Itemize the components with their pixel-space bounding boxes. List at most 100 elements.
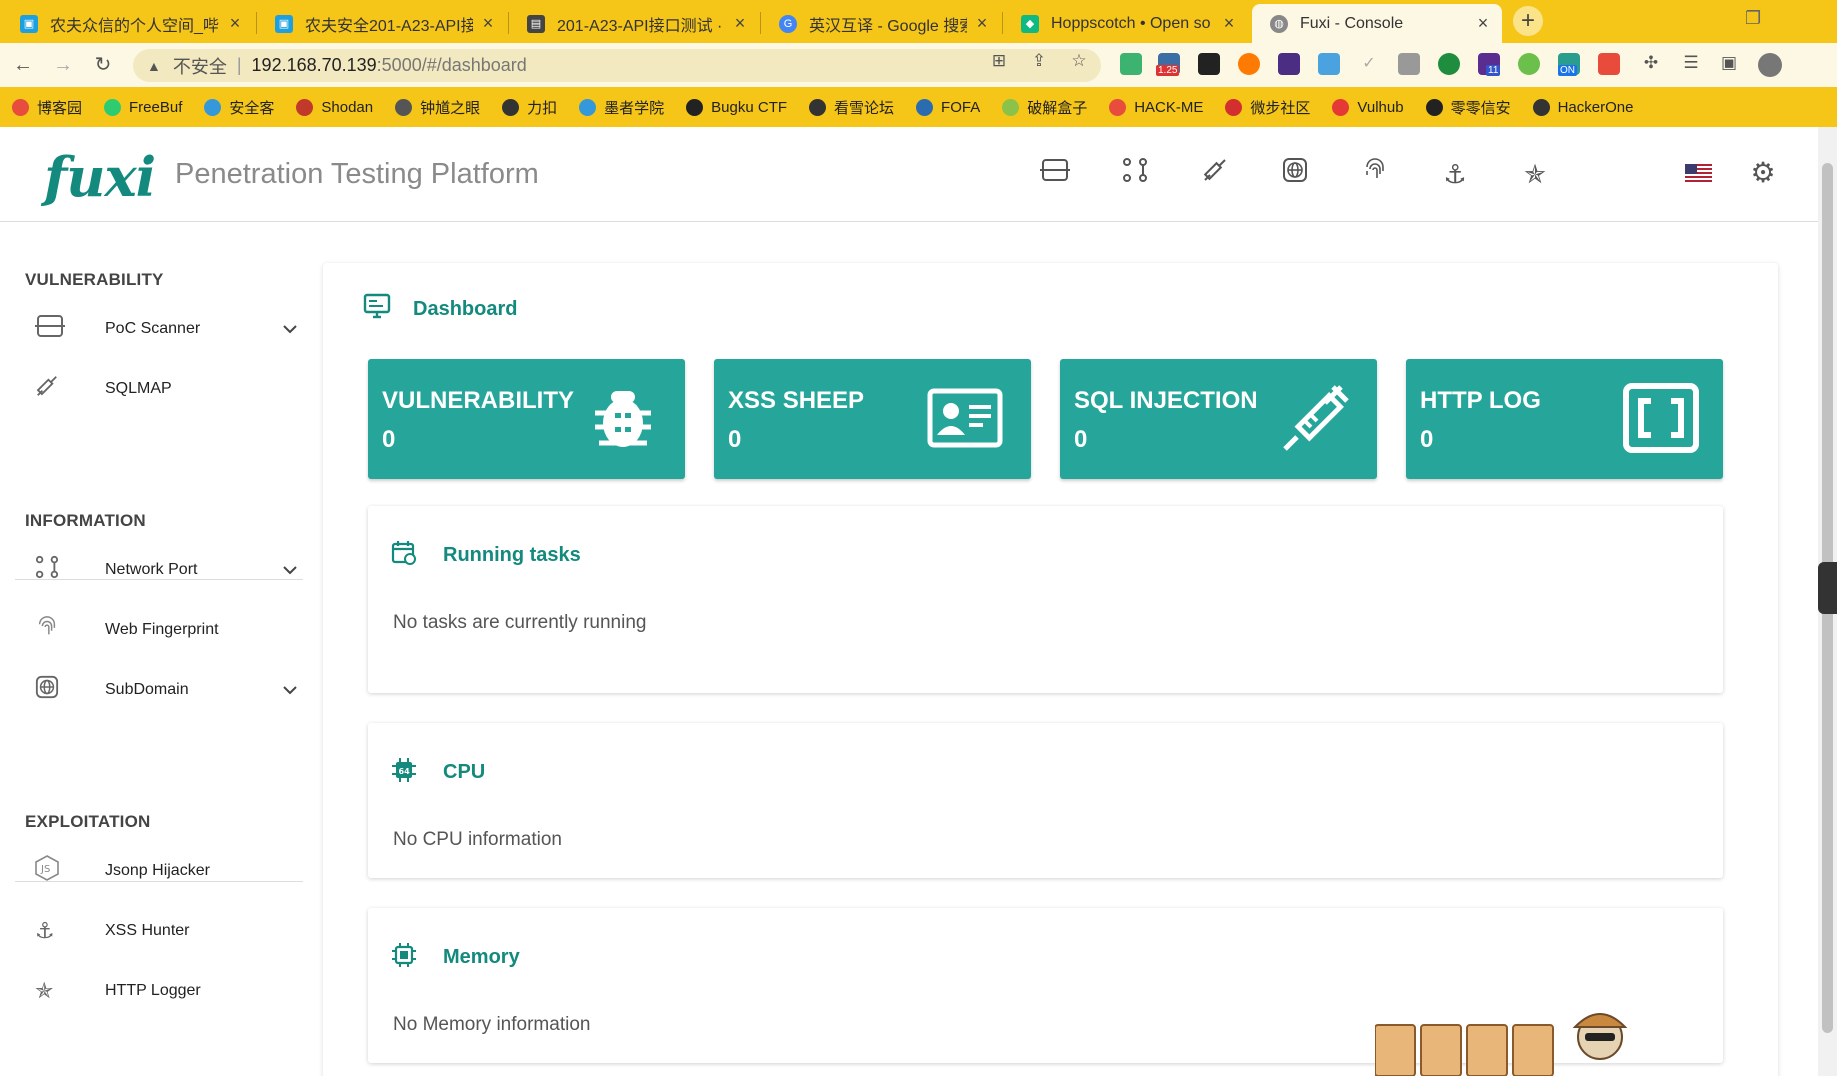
side-panel-icon[interactable]: ▣ bbox=[1718, 53, 1740, 75]
bookmark-item[interactable]: 力扣 bbox=[502, 97, 557, 118]
id-card-icon bbox=[927, 388, 1003, 448]
extension-icon[interactable] bbox=[1318, 53, 1340, 75]
svg-text:JS: JS bbox=[40, 864, 50, 875]
chip-64-icon: 64 bbox=[390, 757, 418, 785]
avatar[interactable] bbox=[1758, 53, 1782, 77]
sidebar-item-xss-hunter[interactable]: ⚓ XSS Hunter bbox=[15, 907, 305, 955]
bookmark-item[interactable]: 墨者学院 bbox=[579, 97, 664, 118]
reading-list-icon[interactable]: ☰ bbox=[1680, 53, 1702, 75]
forward-button[interactable]: → bbox=[50, 52, 76, 78]
bookmark-item[interactable]: 钟馗之眼 bbox=[395, 97, 480, 118]
close-tab-icon[interactable]: × bbox=[731, 13, 749, 34]
extension-icon[interactable] bbox=[1238, 53, 1260, 75]
sidebar-item-sqlmap[interactable]: SQLMAP bbox=[15, 365, 305, 413]
dashboard-title: Dashboard bbox=[413, 298, 518, 320]
network-icon[interactable] bbox=[1118, 157, 1152, 191]
stat-tile-sql-injection[interactable]: SQL INJECTION 0 bbox=[1060, 359, 1377, 479]
platform-title: Penetration Testing Platform bbox=[175, 158, 539, 190]
bookmark-star-icon[interactable]: ☆ bbox=[1068, 51, 1090, 73]
new-tab-button[interactable]: + bbox=[1513, 6, 1543, 36]
side-extension-handle[interactable] bbox=[1818, 562, 1837, 614]
bookmark-item[interactable]: Vulhub bbox=[1332, 98, 1404, 116]
stat-tile-http-log[interactable]: HTTP LOG 0 bbox=[1406, 359, 1723, 479]
logo[interactable]: fuxi bbox=[44, 145, 156, 209]
sidebar-item-jsonp-hijacker[interactable]: JS Jsonp Hijacker bbox=[15, 847, 305, 895]
bookmark-item[interactable]: 博客园 bbox=[12, 97, 82, 118]
puzzle-icon[interactable]: ✣ bbox=[1640, 53, 1662, 75]
browser-tab-bar: ▣ 农夫众信的个人空间_哔哩 × ▣ 农夫安全201-A23-API接 × ▤ … bbox=[0, 0, 1837, 43]
top-navbar: fuxi Penetration Testing Platform ⚓ ✯ ⚙ bbox=[0, 127, 1818, 222]
bookmark-item[interactable]: 破解盒子 bbox=[1002, 97, 1087, 118]
browser-tab[interactable]: ▣ 农夫安全201-A23-API接 × bbox=[257, 4, 507, 43]
browser-tab-active[interactable]: ◍ Fuxi - Console × bbox=[1252, 4, 1502, 43]
globe-icon[interactable] bbox=[1278, 157, 1312, 191]
bookmark-favicon-icon bbox=[502, 98, 520, 116]
spider-web-icon[interactable]: ✯ bbox=[1518, 157, 1552, 191]
running-tasks-card: Running tasks No tasks are currently run… bbox=[368, 506, 1723, 693]
warning-icon[interactable]: ▲ bbox=[147, 58, 161, 74]
sidebar-item-network-port[interactable]: Network Port bbox=[15, 546, 305, 594]
extension-icon[interactable] bbox=[1398, 53, 1420, 75]
book-icon: ▤ bbox=[527, 14, 545, 33]
translate-icon[interactable]: ⊞ bbox=[988, 51, 1010, 73]
extension-icon[interactable] bbox=[1278, 53, 1300, 75]
browser-tab[interactable]: ◆ Hoppscotch • Open so × bbox=[1003, 4, 1248, 43]
browser-tab[interactable]: ▣ 农夫众信的个人空间_哔哩 × bbox=[2, 4, 254, 43]
browser-tab[interactable]: ▤ 201-A23-API接口测试 · I × bbox=[509, 4, 759, 43]
extension-icon[interactable]: 11 bbox=[1478, 53, 1501, 76]
extension-icon[interactable] bbox=[1518, 53, 1540, 75]
sidebar-item-poc-scanner[interactable]: PoC Scanner bbox=[15, 305, 305, 353]
bookmark-item[interactable]: Bugku CTF bbox=[686, 98, 787, 116]
check-icon[interactable]: ✓ bbox=[1358, 53, 1380, 75]
extension-shield-icon[interactable] bbox=[1120, 53, 1142, 75]
restore-window-icon[interactable]: ❐ bbox=[1745, 8, 1761, 29]
chevron-down-icon[interactable] bbox=[275, 321, 305, 337]
bookmark-item[interactable]: HackerOne bbox=[1532, 98, 1633, 116]
address-bar[interactable]: ▲ 不安全 | 192.168.70.139:5000/#/dashboard bbox=[133, 49, 1101, 82]
sidebar-item-subdomain[interactable]: SubDomain bbox=[15, 666, 305, 714]
chevron-down-icon[interactable] bbox=[275, 682, 305, 698]
extension-icon[interactable] bbox=[1198, 53, 1220, 75]
bookmark-item[interactable]: 安全客 bbox=[204, 97, 274, 118]
bookmark-favicon-icon bbox=[395, 98, 413, 116]
chevron-down-icon[interactable] bbox=[275, 562, 305, 578]
stat-tile-xss-sheep[interactable]: XSS SHEEP 0 bbox=[714, 359, 1031, 479]
monitor-icon bbox=[363, 293, 391, 326]
stat-tile-vulnerability[interactable]: VULNERABILITY 0 bbox=[368, 359, 685, 479]
svg-text:64: 64 bbox=[399, 767, 411, 776]
extension-icon[interactable]: 1.25 bbox=[1156, 53, 1180, 76]
close-tab-icon[interactable]: × bbox=[1220, 13, 1238, 34]
syringe-icon[interactable] bbox=[1198, 157, 1232, 191]
sidebar-item-web-fingerprint[interactable]: Web Fingerprint bbox=[15, 606, 305, 654]
settings-gear-icon[interactable]: ⚙ bbox=[1746, 156, 1780, 190]
scanner-icon[interactable] bbox=[1038, 157, 1072, 191]
extension-icon[interactable] bbox=[1438, 53, 1460, 75]
browser-tab[interactable]: G 英汉互译 - Google 搜索 × bbox=[761, 4, 1001, 43]
bookmark-item[interactable]: 微步社区 bbox=[1225, 97, 1310, 118]
bookmark-item[interactable]: 零零信安 bbox=[1425, 97, 1511, 118]
extension-icon[interactable]: ON bbox=[1558, 53, 1580, 76]
close-tab-icon[interactable]: × bbox=[479, 13, 497, 34]
close-tab-icon[interactable]: × bbox=[1474, 13, 1492, 34]
close-tab-icon[interactable]: × bbox=[226, 13, 244, 34]
close-tab-icon[interactable]: × bbox=[973, 13, 991, 34]
bookmark-favicon-icon bbox=[686, 98, 704, 116]
fingerprint-icon[interactable] bbox=[1358, 157, 1392, 191]
syringe-icon bbox=[15, 374, 83, 404]
sidebar-item-http-logger[interactable]: ✯ HTTP Logger bbox=[15, 967, 305, 1015]
bookmark-item[interactable]: FreeBuf bbox=[104, 98, 182, 116]
bookmark-item[interactable]: Shodan bbox=[296, 98, 373, 116]
bookmark-favicon-icon bbox=[1532, 98, 1550, 116]
us-flag-icon[interactable] bbox=[1685, 164, 1712, 184]
bookmark-item[interactable]: FOFA bbox=[916, 98, 980, 116]
reload-button[interactable]: ↻ bbox=[90, 52, 116, 78]
share-icon[interactable]: ⇪ bbox=[1028, 51, 1050, 73]
mascot-widget[interactable] bbox=[1375, 1005, 1635, 1076]
anchor-icon[interactable]: ⚓ bbox=[1438, 157, 1472, 191]
sidebar-section-title: VULNERABILITY bbox=[25, 270, 164, 289]
extension-icon[interactable] bbox=[1598, 53, 1620, 75]
bookmark-item[interactable]: 看雪论坛 bbox=[809, 97, 894, 118]
page-scrollbar[interactable] bbox=[1818, 127, 1837, 1076]
bookmark-item[interactable]: HACK-ME bbox=[1109, 98, 1203, 116]
back-button[interactable]: ← bbox=[10, 52, 36, 78]
